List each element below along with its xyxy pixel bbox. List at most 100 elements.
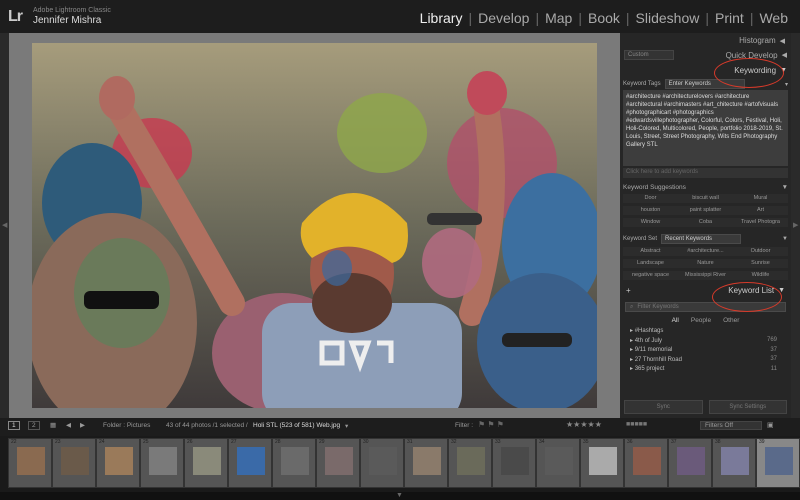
- primary-window-button[interactable]: 1: [8, 421, 20, 430]
- color-label-filter-icons[interactable]: ■■■■■: [626, 421, 647, 428]
- filmstrip-thumbnail[interactable]: 35: [580, 438, 624, 488]
- filmstrip-thumbnail[interactable]: 30: [360, 438, 404, 488]
- secondary-window-button[interactable]: 2: [28, 421, 40, 430]
- keyword-set-item[interactable]: negative space: [623, 271, 678, 280]
- filmstrip-thumbnail[interactable]: 28: [272, 438, 316, 488]
- keyword-suggestion[interactable]: houston: [623, 206, 678, 215]
- filters-off-select[interactable]: Filters Off: [700, 421, 762, 430]
- filmstrip-thumbnail[interactable]: 34: [536, 438, 580, 488]
- module-print[interactable]: Print: [709, 10, 750, 26]
- thumbnail-image: [589, 447, 617, 475]
- filmstrip-thumbnail[interactable]: 38: [712, 438, 756, 488]
- keyword-set-item[interactable]: #architecture...: [678, 247, 733, 256]
- keyword-count: 37: [770, 356, 777, 363]
- expand-left-icon[interactable]: ◀: [2, 221, 7, 229]
- thumbnail-index: 23: [55, 439, 61, 445]
- keyword-suggestion[interactable]: Mural: [733, 194, 788, 203]
- right-panel-edge[interactable]: ▶: [791, 33, 800, 418]
- filmstrip-thumbnail[interactable]: 22: [8, 438, 52, 488]
- thumbnail-index: 30: [363, 439, 369, 445]
- keyword-row[interactable]: ▸ 9/11 memorial 37: [620, 345, 791, 355]
- keyword-set-select[interactable]: Recent Keywords: [661, 234, 742, 244]
- collapse-icon[interactable]: ◀: [782, 51, 787, 59]
- source-path[interactable]: Folder : Pictures: [103, 422, 150, 429]
- dropdown-icon[interactable]: ▼: [782, 236, 788, 242]
- keyword-row[interactable]: ▸ 365 project 11: [620, 364, 791, 374]
- back-arrow-icon[interactable]: ◀: [66, 421, 71, 429]
- filmstrip-thumbnail[interactable]: 33: [492, 438, 536, 488]
- flag-filter-icons[interactable]: ⚑ ⚑ ⚑: [478, 420, 504, 429]
- preset-select[interactable]: Custom: [624, 50, 674, 60]
- histogram-header[interactable]: Histogram ◀: [620, 33, 791, 48]
- thumbnail-index: 25: [143, 439, 149, 445]
- module-web[interactable]: Web: [753, 10, 794, 26]
- filmstrip-thumbnail[interactable]: 27: [228, 438, 272, 488]
- dropdown-icon[interactable]: ▾: [345, 422, 348, 430]
- bottom-edge[interactable]: ▼: [0, 492, 800, 500]
- dropdown-icon[interactable]: ▾: [785, 81, 788, 88]
- keyword-set-item[interactable]: Abstract: [623, 247, 678, 256]
- filmstrip-thumbnail[interactable]: 26: [184, 438, 228, 488]
- filmstrip-thumbnail[interactable]: 25: [140, 438, 184, 488]
- thumbnail-image: [281, 447, 309, 475]
- thumbnail-index: 32: [451, 439, 457, 445]
- thumbnail-index: 27: [231, 439, 237, 445]
- keyword-suggestion[interactable]: Art: [733, 206, 788, 215]
- keyword-set-item[interactable]: Sunrise: [733, 259, 788, 268]
- keyword-suggestion[interactable]: paint splatter: [678, 206, 733, 215]
- forward-arrow-icon[interactable]: ▶: [80, 421, 85, 429]
- lock-icon[interactable]: ▣: [767, 421, 774, 429]
- sync-settings-button[interactable]: Sync Settings: [708, 400, 787, 414]
- module-map[interactable]: Map: [539, 10, 578, 26]
- keyword-set-item[interactable]: Outdoor: [733, 247, 788, 256]
- star-rating-filter-icons[interactable]: ★★★★★: [566, 420, 602, 429]
- keyword-count: 11: [770, 365, 777, 372]
- thumbnail-image: [237, 447, 265, 475]
- collapse-right-icon[interactable]: ▶: [793, 221, 798, 229]
- keyword-suggestion[interactable]: Window: [623, 218, 678, 227]
- keyword-row[interactable]: ▸ #Hashtags: [620, 326, 791, 336]
- keyword-set-item[interactable]: Wildlife: [733, 271, 788, 280]
- filter-tab-other[interactable]: Other: [723, 317, 739, 324]
- add-keyword-icon[interactable]: +: [626, 286, 631, 295]
- module-slideshow[interactable]: Slideshow: [630, 10, 706, 26]
- loupe-view: [9, 33, 620, 418]
- keyword-suggestion[interactable]: biscuit wall: [678, 194, 733, 203]
- collapse-icon[interactable]: ▼: [782, 184, 788, 192]
- keyword-row[interactable]: ▸ 27 Thornhill Road 37: [620, 355, 791, 365]
- collapse-icon[interactable]: ◀: [780, 37, 785, 45]
- grid-view-icon[interactable]: ▦: [50, 421, 56, 429]
- filter-tab-people[interactable]: People: [691, 317, 711, 324]
- selected-filename[interactable]: Holi STL (523 of 581) Web.jpg: [253, 422, 340, 429]
- filmstrip-thumbnail[interactable]: 29: [316, 438, 360, 488]
- module-develop[interactable]: Develop: [472, 10, 535, 26]
- filmstrip-thumbnail[interactable]: 37: [668, 438, 712, 488]
- thumbnail-image: [545, 447, 573, 475]
- module-library[interactable]: Library: [414, 10, 469, 26]
- filmstrip-thumbnail[interactable]: 31: [404, 438, 448, 488]
- filter-placeholder: Filter Keywords: [637, 304, 679, 310]
- keyword-set-item[interactable]: Mississippi River: [678, 271, 733, 280]
- keyword-entry-input[interactable]: Click here to add keywords: [623, 168, 788, 178]
- keyword-suggestion[interactable]: Door: [623, 194, 678, 203]
- filmstrip-thumbnail[interactable]: 39: [756, 438, 800, 488]
- left-panel-collapsed[interactable]: ◀: [0, 33, 9, 418]
- filter-tab-all[interactable]: All: [672, 317, 679, 324]
- keyword-set-item[interactable]: Nature: [678, 259, 733, 268]
- thumbnail-image: [369, 447, 397, 475]
- expand-bottom-icon[interactable]: ▼: [396, 492, 403, 499]
- keyword-row[interactable]: ▸ 4th of July 769: [620, 336, 791, 346]
- filmstrip-thumbnail[interactable]: 24: [96, 438, 140, 488]
- module-book[interactable]: Book: [582, 10, 626, 26]
- thumbnail-image: [501, 447, 529, 475]
- sync-button[interactable]: Sync: [624, 400, 703, 414]
- filmstrip-thumbnail[interactable]: 23: [52, 438, 96, 488]
- filmstrip-thumbnail[interactable]: 32: [448, 438, 492, 488]
- filmstrip-thumbnail[interactable]: 36: [624, 438, 668, 488]
- keywords-textarea[interactable]: #architecture #architecturelovers #archi…: [623, 90, 788, 166]
- thumbnail-image: [413, 447, 441, 475]
- thumbnail-index: 36: [627, 439, 633, 445]
- keyword-suggestion[interactable]: Travel Photogra: [733, 218, 788, 227]
- keyword-suggestion[interactable]: Coba: [678, 218, 733, 227]
- keyword-set-item[interactable]: Landscape: [623, 259, 678, 268]
